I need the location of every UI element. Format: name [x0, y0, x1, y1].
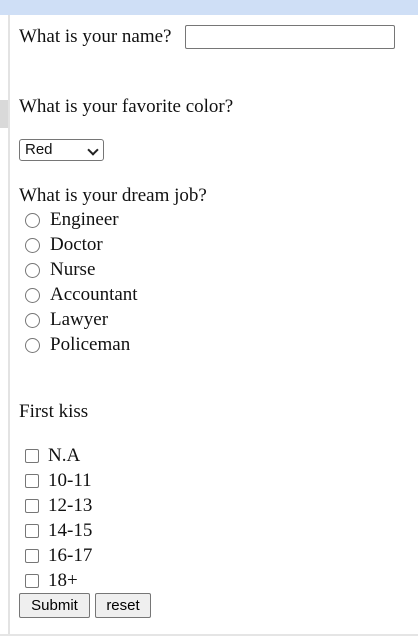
color-select[interactable]: Red	[19, 139, 104, 161]
kiss-option-label: 18+	[48, 570, 78, 591]
job-option-label: Engineer	[50, 209, 119, 230]
radio-button[interactable]	[25, 338, 40, 353]
checkbox[interactable]	[25, 549, 39, 563]
name-question: What is your name?	[19, 26, 172, 47]
job-option-label: Nurse	[50, 259, 96, 280]
checkbox[interactable]	[25, 499, 39, 513]
checkbox[interactable]	[25, 449, 39, 463]
kiss-question: First kiss	[19, 401, 89, 422]
kiss-option-label: 10-11	[48, 470, 92, 491]
radio-button[interactable]	[25, 238, 40, 253]
kiss-option-label: 12-13	[48, 495, 93, 516]
radio-button[interactable]	[25, 288, 40, 303]
window-top-bar	[0, 0, 418, 15]
radio-button[interactable]	[25, 213, 40, 228]
reset-button[interactable]: reset	[95, 593, 151, 618]
checkbox[interactable]	[25, 474, 39, 488]
job-option-label: Accountant	[50, 284, 138, 305]
color-select-value: Red	[25, 141, 53, 158]
name-input[interactable]	[185, 25, 395, 49]
job-question: What is your dream job?	[19, 185, 207, 206]
kiss-option-label: 16-17	[48, 545, 93, 566]
scroll-marker	[0, 100, 8, 128]
color-question: What is your favorite color?	[19, 96, 234, 117]
left-border	[8, 15, 10, 636]
kiss-option-label: N.A	[48, 445, 81, 466]
kiss-option-label: 14-15	[48, 520, 93, 541]
chevron-down-icon	[87, 144, 99, 156]
checkbox[interactable]	[25, 574, 39, 588]
submit-button[interactable]: Submit	[19, 593, 90, 618]
job-option-label: Doctor	[50, 234, 103, 255]
radio-button[interactable]	[25, 313, 40, 328]
checkbox[interactable]	[25, 524, 39, 538]
radio-button[interactable]	[25, 263, 40, 278]
job-option-label: Lawyer	[50, 309, 109, 330]
job-option-label: Policeman	[50, 334, 131, 355]
